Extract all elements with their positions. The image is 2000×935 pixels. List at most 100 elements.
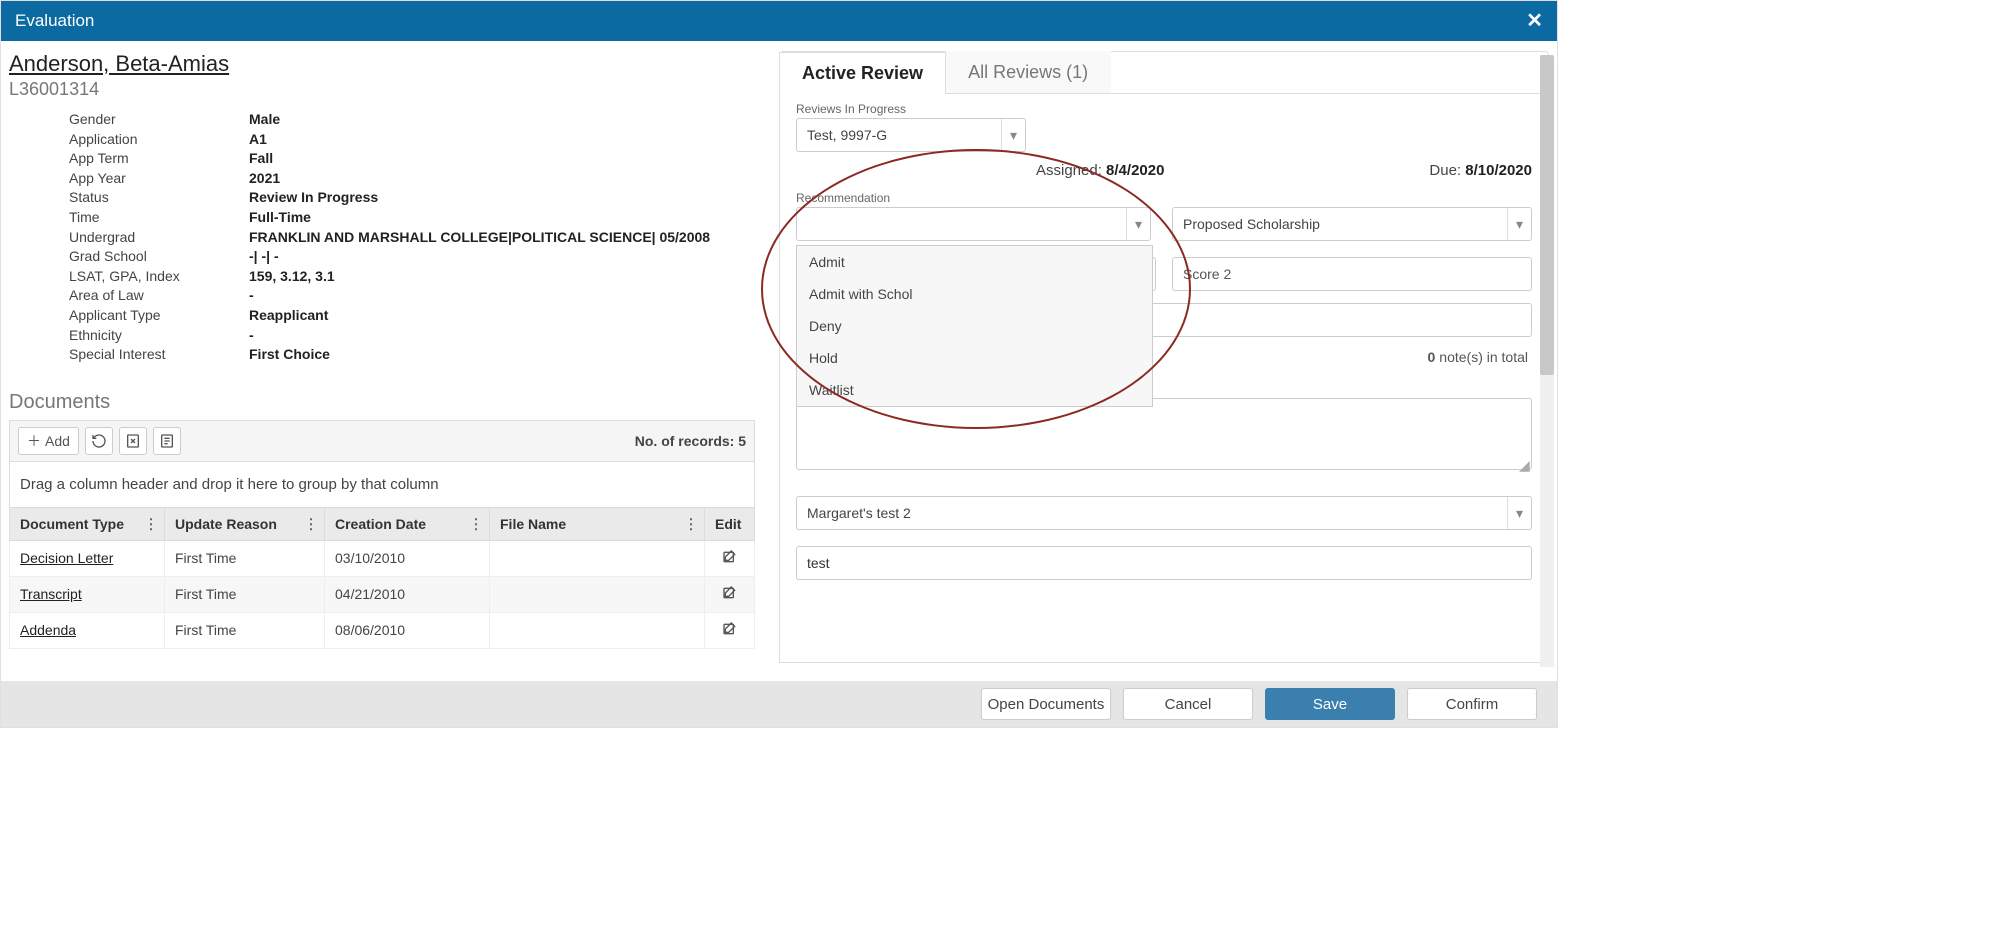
documents-heading: Documents (9, 391, 755, 414)
table-row: Addenda First Time08/06/2010 (10, 612, 755, 648)
close-icon[interactable]: ✕ (1526, 1, 1543, 41)
recommendation-dropdown: AdmitAdmit with ScholDenyHoldWaitlist (796, 245, 1153, 407)
save-button[interactable]: Save (1265, 688, 1395, 720)
recommendation-option[interactable]: Admit (797, 246, 1152, 278)
scrollbar-thumb[interactable] (1540, 55, 1554, 375)
creation-date: 03/10/2010 (325, 540, 490, 576)
tabs: Active Review All Reviews (1) (780, 51, 1548, 94)
edit-icon[interactable] (722, 624, 738, 640)
info-label: Ethnicity (69, 326, 249, 346)
info-row: App Year2021 (69, 169, 755, 189)
undo-icon[interactable] (85, 427, 113, 455)
recommendation-option[interactable]: Waitlist (797, 374, 1152, 406)
column-header[interactable]: Document Type⋮ (10, 507, 165, 540)
info-row: TimeFull-Time (69, 208, 755, 228)
edit-icon[interactable] (722, 588, 738, 604)
info-value: A1 (249, 130, 267, 150)
reviews-in-progress-select[interactable]: Test, 9997-G ▾ (796, 118, 1026, 152)
info-value: Male (249, 110, 280, 130)
column-header[interactable]: File Name⋮ (490, 507, 705, 540)
info-row: ApplicationA1 (69, 130, 755, 150)
info-value: FRANKLIN AND MARSHALL COLLEGE|POLITICAL … (249, 228, 710, 248)
plus-icon: ＋ (27, 431, 41, 451)
student-name[interactable]: Anderson, Beta-Amias (9, 51, 755, 77)
info-label: Time (69, 208, 249, 228)
file-name (490, 576, 705, 612)
file-name (490, 540, 705, 576)
due-label: Due: (1429, 162, 1461, 179)
tab-active-review[interactable]: Active Review (779, 52, 946, 94)
resize-handle-icon[interactable]: ◢ (1519, 457, 1529, 467)
document-link[interactable]: Decision Letter (20, 550, 113, 566)
info-label: LSAT, GPA, Index (69, 267, 249, 287)
update-reason: First Time (165, 612, 325, 648)
table-row: Decision LetterFirst Time03/10/2010 (10, 540, 755, 576)
document-link[interactable]: Transcript (20, 586, 82, 602)
document-link[interactable]: Addenda (20, 622, 76, 638)
chevron-down-icon: ▾ (1507, 497, 1531, 529)
info-value: 2021 (249, 169, 280, 189)
chevron-down-icon: ▾ (1507, 208, 1531, 240)
info-label: App Term (69, 149, 249, 169)
info-row: LSAT, GPA, Index159, 3.12, 3.1 (69, 267, 755, 287)
column-header[interactable]: Edit (705, 507, 755, 540)
score-2-placeholder: Score 2 (1183, 266, 1231, 282)
recommendation-option[interactable]: Admit with Schol (797, 278, 1152, 310)
column-menu-icon[interactable]: ⋮ (469, 515, 483, 532)
recommendation-label: Recommendation (796, 191, 1156, 205)
add-button[interactable]: ＋ Add (18, 427, 79, 455)
creation-date: 04/21/2010 (325, 576, 490, 612)
assigned-label: Assigned: (1036, 162, 1102, 179)
info-row: Area of Law- (69, 286, 755, 306)
info-row: StatusReview In Progress (69, 188, 755, 208)
column-menu-icon[interactable]: ⋮ (684, 515, 698, 532)
column-header[interactable]: Update Reason⋮ (165, 507, 325, 540)
student-info: GenderMaleApplicationA1App TermFallApp Y… (69, 110, 755, 365)
notes-suffix: note(s) in total (1439, 349, 1528, 365)
tab-all-reviews[interactable]: All Reviews (1) (945, 51, 1111, 93)
due-date: 8/10/2020 (1465, 162, 1532, 179)
records-count: No. of records: 5 (635, 433, 746, 449)
info-label: App Year (69, 169, 249, 189)
info-value: Full-Time (249, 208, 311, 228)
info-value: -| -| - (249, 247, 279, 267)
grouping-hint[interactable]: Drag a column header and drop it here to… (9, 462, 755, 507)
custom-select-value: Margaret's test 2 (807, 505, 911, 521)
proposed-scholarship-select[interactable]: Proposed Scholarship ▾ (1172, 207, 1532, 241)
export-pdf-icon[interactable] (153, 427, 181, 455)
export-excel-icon[interactable] (119, 427, 147, 455)
confirm-button[interactable]: Confirm (1407, 688, 1537, 720)
recommendation-select[interactable]: ▾ (796, 207, 1151, 241)
info-label: Application (69, 130, 249, 150)
cancel-button[interactable]: Cancel (1123, 688, 1253, 720)
info-row: Ethnicity- (69, 326, 755, 346)
score-2-input[interactable]: Score 2 (1172, 257, 1532, 291)
info-value: Fall (249, 149, 273, 169)
reviews-in-progress-value: Test, 9997-G (807, 127, 887, 143)
column-menu-icon[interactable]: ⋮ (144, 515, 158, 532)
titlebar: Evaluation ✕ (1, 1, 1557, 41)
info-label: Undergrad (69, 228, 249, 248)
open-documents-button[interactable]: Open Documents (981, 688, 1111, 720)
column-header[interactable]: Creation Date⋮ (325, 507, 490, 540)
scrollbar[interactable] (1540, 55, 1554, 667)
reviews-in-progress-label: Reviews In Progress (796, 102, 1532, 116)
text-input[interactable]: test (796, 546, 1532, 580)
info-row: GenderMale (69, 110, 755, 130)
info-value: 159, 3.12, 3.1 (249, 267, 335, 287)
chevron-down-icon: ▾ (1001, 119, 1025, 151)
info-label: Gender (69, 110, 249, 130)
edit-icon[interactable] (722, 552, 738, 568)
info-label: Applicant Type (69, 306, 249, 326)
info-row: Special InterestFirst Choice (69, 345, 755, 365)
recommendation-option[interactable]: Deny (797, 310, 1152, 342)
recommendation-option[interactable]: Hold (797, 342, 1152, 374)
creation-date: 08/06/2010 (325, 612, 490, 648)
table-row: TranscriptFirst Time04/21/2010 (10, 576, 755, 612)
column-menu-icon[interactable]: ⋮ (304, 515, 318, 532)
custom-select[interactable]: Margaret's test 2 ▾ (796, 496, 1532, 530)
info-value: Reapplicant (249, 306, 328, 326)
info-value: - (249, 286, 254, 306)
notes-count: 0 (1427, 349, 1435, 365)
notes-textarea[interactable]: ◢ (796, 398, 1532, 470)
